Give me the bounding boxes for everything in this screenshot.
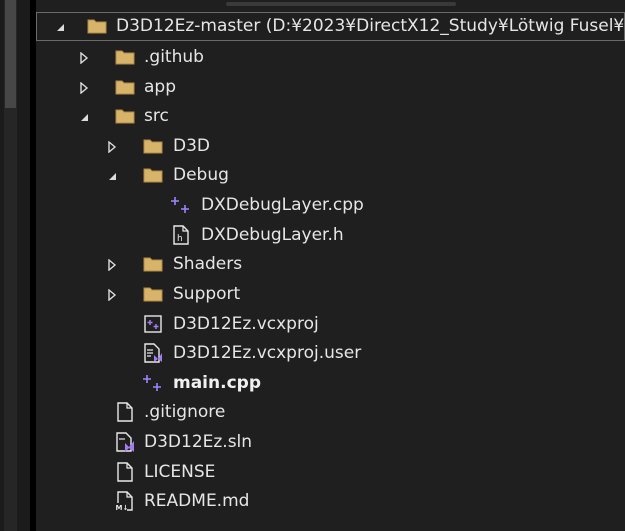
scrollbar-thumb[interactable] [5, 0, 16, 108]
tree-item-root[interactable]: D3D12Ez-master (D:¥2023¥DirectX12_Study¥… [36, 12, 625, 41]
tree-item-dxdebuglayer-h[interactable]: h DXDebugLayer.h [36, 221, 625, 250]
tree-item-debug[interactable]: Debug [36, 161, 625, 190]
folder-icon [114, 105, 136, 127]
tree-item-label: D3D12Ez-master (D:¥2023¥DirectX12_Study¥… [116, 16, 625, 36]
tree-item-dxdebuglayer-cpp[interactable]: DXDebugLayer.cpp [36, 191, 625, 220]
tree-item-label: D3D [173, 136, 210, 156]
chevron-right-icon[interactable] [76, 73, 92, 102]
markdown-file-icon: M↓ [114, 490, 136, 512]
svg-text:h: h [177, 234, 183, 244]
chevron-down-icon[interactable] [76, 102, 92, 131]
tree-item-label: DXDebugLayer.cpp [201, 195, 364, 215]
tree-item-label: .github [144, 47, 204, 67]
tree-item-label: LICENSE [144, 462, 216, 482]
header-file-icon: h [170, 224, 192, 246]
tree-item-support[interactable]: Support [36, 280, 625, 309]
tree-item-label: DXDebugLayer.h [201, 225, 344, 245]
tree-item-shaders[interactable]: Shaders [36, 250, 625, 279]
tree-item-label: main.cpp [173, 373, 261, 393]
folder-icon [142, 164, 164, 186]
tree-item-readme[interactable]: M↓ README.md [36, 487, 625, 516]
tree-item-label: app [144, 77, 176, 97]
tree-item-label: Shaders [173, 254, 243, 274]
chevron-right-icon[interactable] [104, 280, 120, 309]
tree-item-app[interactable]: app [36, 73, 625, 102]
chevron-right-icon[interactable] [76, 43, 92, 72]
tree-item-label: README.md [144, 491, 250, 511]
folder-icon [142, 135, 164, 157]
folder-icon [114, 76, 136, 98]
top-strip [36, 0, 625, 12]
vcxproj-file-icon [142, 313, 164, 335]
solution-file-icon [114, 431, 136, 453]
tree-item-label: Support [173, 284, 241, 304]
tree-item-label: .gitignore [144, 402, 226, 422]
tree-item-github[interactable]: .github [36, 43, 625, 72]
cpp-file-icon [142, 372, 164, 394]
vcxproj-user-file-icon [142, 342, 164, 364]
tree-item-label: D3D12Ez.vcxproj [173, 314, 319, 334]
tree-item-license[interactable]: LICENSE [36, 458, 625, 487]
folder-icon [86, 15, 108, 37]
folder-icon [142, 283, 164, 305]
cpp-file-icon [170, 194, 192, 216]
chevron-down-icon[interactable] [104, 161, 120, 190]
chevron-down-icon[interactable] [52, 12, 68, 41]
folder-icon [114, 46, 136, 68]
solution-explorer: D3D12Ez-master (D:¥2023¥DirectX12_Study¥… [0, 0, 625, 531]
tree-item-gitignore[interactable]: .gitignore [36, 398, 625, 427]
tree-item-label: src [144, 106, 169, 126]
tree-item-main-cpp[interactable]: main.cpp [36, 369, 625, 398]
chevron-right-icon[interactable] [104, 132, 120, 161]
tree-item-d3d[interactable]: D3D [36, 132, 625, 161]
tree-item-label: D3D12Ez.vcxproj.user [173, 343, 362, 363]
folder-icon [142, 253, 164, 275]
chevron-right-icon[interactable] [104, 250, 120, 279]
svg-text:M↓: M↓ [116, 504, 129, 512]
file-icon [114, 461, 136, 483]
tree-item-src[interactable]: src [36, 102, 625, 131]
tree-item-label: Debug [173, 165, 229, 185]
tree-item-vcxproj-user[interactable]: D3D12Ez.vcxproj.user [36, 339, 625, 368]
tree-item-vcxproj[interactable]: D3D12Ez.vcxproj [36, 310, 625, 339]
tree-item-sln[interactable]: D3D12Ez.sln [36, 428, 625, 457]
file-icon [114, 401, 136, 423]
tree-item-label: D3D12Ez.sln [144, 432, 253, 452]
